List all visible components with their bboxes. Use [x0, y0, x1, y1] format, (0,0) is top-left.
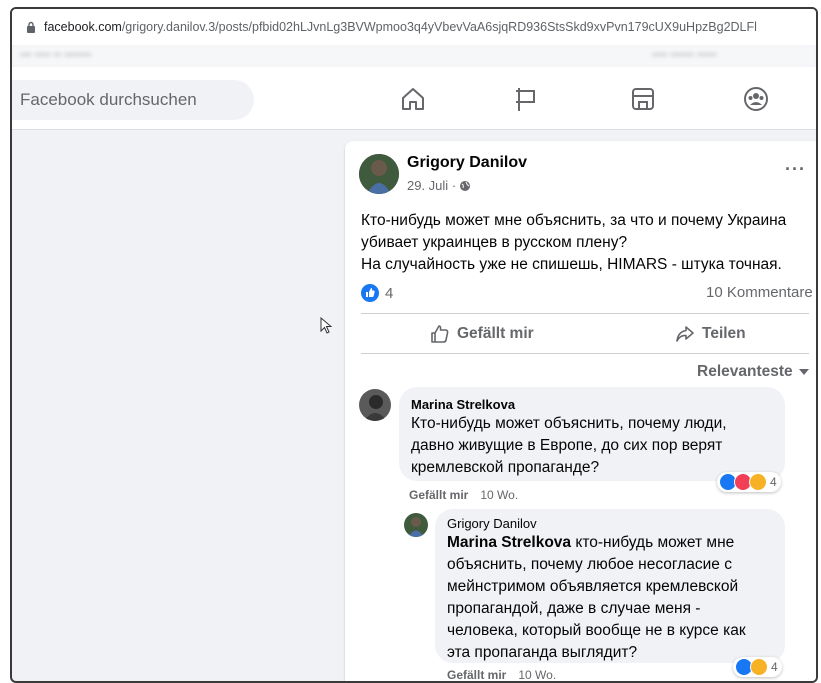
- like-button-label: Gefällt mir: [457, 325, 534, 342]
- comment-text: Кто-нибудь может объяснить, почему люди,…: [411, 413, 727, 479]
- comment-text-line: давно живущие в Европе, до сих пор верят: [411, 437, 723, 454]
- home-icon[interactable]: [399, 85, 427, 113]
- post-meta: 29. Juli ·: [407, 178, 471, 193]
- divider: [361, 353, 809, 354]
- share-button-label: Teilen: [702, 325, 746, 342]
- post-date[interactable]: 29. Juli ·: [407, 178, 456, 193]
- reply-text-line: эта пропаганда выглядит?: [447, 644, 638, 661]
- post-text-line: убивает украинцев в русском плену?: [361, 234, 628, 251]
- comment-bubble: Marina Strelkova Кто-нибудь может объясн…: [399, 387, 785, 481]
- pages-flag-icon[interactable]: [512, 85, 540, 113]
- mouse-cursor-icon: [320, 317, 332, 334]
- comment-actions: Gefällt mir 10 Wo.: [409, 488, 518, 502]
- comment-sort-dropdown[interactable]: Relevanteste: [697, 363, 809, 381]
- thumbs-up-icon: [431, 325, 449, 343]
- reply-text-line: пропагандой, даже в случае меня -: [447, 600, 701, 617]
- bookmarks-bar: ▪▪▪ ▪▪▪▪ ▪▪ ▪▪▪▪▪▪▪ ▪▪▪▪ ▪▪▪▪▪▪ ▪▪▪▪▪: [12, 45, 816, 67]
- reply-like-button[interactable]: Gefällt mir: [447, 668, 506, 681]
- comment-author-avatar[interactable]: [359, 389, 391, 421]
- post-text-line: На случайность уже не спишешь, HIMARS - …: [361, 256, 782, 273]
- like-button[interactable]: Gefällt mir: [430, 324, 534, 344]
- avatar-photo: [359, 389, 391, 421]
- reply-actions: Gefällt mir 10 Wo.: [447, 668, 556, 681]
- url-domain: facebook.com: [44, 20, 122, 34]
- caret-down-icon: [798, 368, 809, 375]
- haha-reaction-icon: [750, 658, 768, 676]
- facebook-header: Facebook durchsuchen: [12, 67, 816, 130]
- lock-icon: [27, 21, 35, 33]
- address-bar[interactable]: facebook.com/grigory.danilov.3/posts/pfb…: [12, 9, 816, 45]
- comment-reactions[interactable]: 4: [717, 472, 781, 492]
- post-author-name[interactable]: Grigory Danilov: [407, 154, 527, 172]
- search-input[interactable]: Facebook durchsuchen: [12, 80, 254, 120]
- like-count: 4: [385, 284, 394, 302]
- globe-icon: [460, 180, 471, 191]
- avatar-photo: [404, 513, 428, 537]
- comment-age[interactable]: 10 Wo.: [480, 488, 518, 502]
- avatar-photo: [359, 154, 399, 194]
- search-placeholder: Facebook durchsuchen: [20, 90, 197, 109]
- browser-window: facebook.com/grigory.danilov.3/posts/pfb…: [10, 7, 818, 683]
- post-text-line: Кто-нибудь может мне объяснить, за что и…: [361, 212, 787, 229]
- url-path: /grigory.danilov.3/posts/pfbid02hLJvnLg3…: [121, 20, 757, 34]
- reply-author-name[interactable]: Grigory Danilov: [447, 516, 537, 531]
- sort-label: Relevanteste: [697, 363, 793, 380]
- reaction-summary[interactable]: 4: [361, 284, 393, 302]
- comment-text-line: кремлевской пропаганде?: [411, 459, 600, 476]
- share-icon: [676, 326, 694, 342]
- comment-count[interactable]: 10 Kommentare: [706, 284, 813, 301]
- reply-text-line: Marina Strelkova кто-нибудь может мне: [447, 532, 783, 554]
- reaction-count: 4: [771, 660, 778, 674]
- post-text: Кто-нибудь может мне объяснить, за что и…: [361, 210, 816, 276]
- reaction-count: 4: [770, 475, 777, 489]
- like-reaction-icon: [361, 284, 379, 302]
- post-author-avatar[interactable]: [359, 154, 399, 194]
- mention-link[interactable]: Marina Strelkova: [447, 534, 571, 551]
- more-options-button[interactable]: ···: [785, 159, 806, 180]
- haha-reaction-icon: [749, 473, 767, 491]
- reply-text-line: человека, который вообще не в курсе как: [447, 622, 746, 639]
- share-button[interactable]: Teilen: [675, 324, 746, 344]
- reply-first-line: кто-нибудь может мне: [571, 534, 735, 551]
- marketplace-icon[interactable]: [629, 85, 657, 113]
- reply-text-line: мейнстримом объявляется кремлевской: [447, 578, 739, 595]
- reply-age[interactable]: 10 Wo.: [518, 668, 556, 681]
- comment-author-name[interactable]: Marina Strelkova: [411, 397, 515, 412]
- groups-icon[interactable]: [742, 85, 770, 113]
- post-card: Grigory Danilov 29. Juli · ··· Кто-нибуд…: [345, 141, 816, 681]
- comment-text-line: Кто-нибудь может объяснить, почему люди,: [411, 415, 727, 432]
- reply-reactions[interactable]: 4: [733, 657, 782, 677]
- reply-text: Marina Strelkova кто-нибудь может мне об…: [447, 532, 783, 664]
- reply-author-avatar[interactable]: [404, 513, 428, 537]
- reply-bubble: Grigory Danilov Marina Strelkova кто-ниб…: [435, 509, 785, 663]
- divider: [361, 313, 809, 314]
- reply-text-line: объяснить, почему любое несогласие с: [447, 556, 732, 573]
- comment-like-button[interactable]: Gefällt mir: [409, 488, 468, 502]
